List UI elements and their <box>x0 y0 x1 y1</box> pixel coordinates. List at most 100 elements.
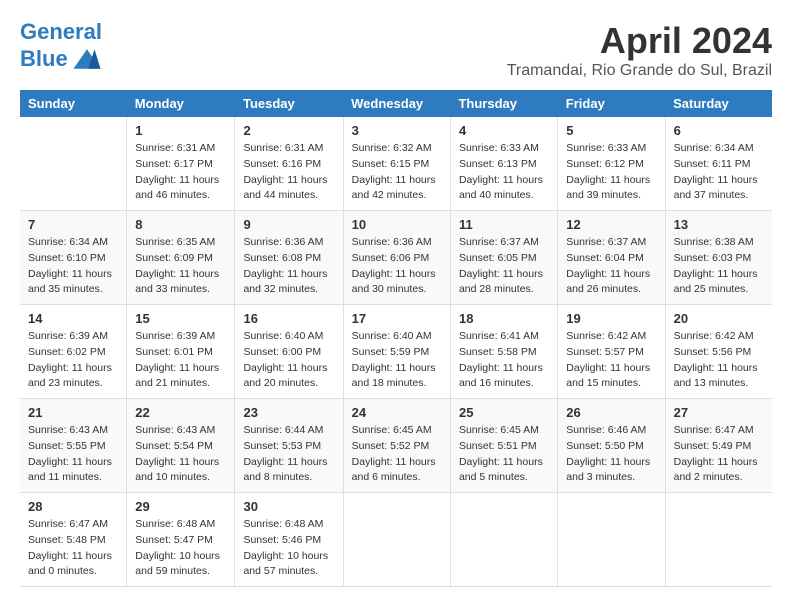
weekday-tuesday: Tuesday <box>235 90 343 117</box>
calendar-cell: 28Sunrise: 6:47 AM Sunset: 5:48 PM Dayli… <box>20 493 127 587</box>
calendar-cell: 8 Sunrise: 6:35 AM Sunset: 6:09 PM Daylig… <box>127 211 235 305</box>
day-info: Sunrise: 6:37 AM Sunset: 6:05 PM Dayligh… <box>459 235 549 298</box>
day-number: 19 <box>566 311 656 326</box>
day-number: 13 <box>674 217 764 232</box>
day-number: 2 <box>243 123 334 138</box>
day-number: 24 <box>352 405 442 420</box>
day-info: Sunrise: 6:42 AM Sunset: 5:57 PM Dayligh… <box>566 329 656 392</box>
week-row-5: 28Sunrise: 6:47 AM Sunset: 5:48 PM Dayli… <box>20 493 772 587</box>
day-info: Sunrise: 6:35 AM Sunset: 6:09 PM Dayligh… <box>135 235 226 298</box>
day-number: 29 <box>135 499 226 514</box>
calendar-cell: 11 Sunrise: 6:37 AM Sunset: 6:05 PM Dayli… <box>450 211 557 305</box>
calendar-cell: 5 Sunrise: 6:33 AM Sunset: 6:12 PM Daylig… <box>558 117 665 211</box>
day-info: Sunrise: 6:39 AM Sunset: 6:01 PM Dayligh… <box>135 329 226 392</box>
weekday-wednesday: Wednesday <box>343 90 450 117</box>
weekday-header-row: SundayMondayTuesdayWednesdayThursdayFrid… <box>20 90 772 117</box>
calendar-cell: 24 Sunrise: 6:45 AM Sunset: 5:52 PM Dayli… <box>343 399 450 493</box>
calendar-cell: 26 Sunrise: 6:46 AM Sunset: 5:50 PM Dayli… <box>558 399 665 493</box>
calendar-cell: 4Sunrise: 6:33 AM Sunset: 6:13 PM Daylig… <box>450 117 557 211</box>
day-number: 10 <box>352 217 442 232</box>
calendar-cell <box>450 493 557 587</box>
weekday-monday: Monday <box>127 90 235 117</box>
day-number: 9 <box>243 217 334 232</box>
calendar-cell: 17Sunrise: 6:40 AM Sunset: 5:59 PM Dayli… <box>343 305 450 399</box>
day-info: Sunrise: 6:32 AM Sunset: 6:15 PM Dayligh… <box>352 141 442 204</box>
day-info: Sunrise: 6:37 AM Sunset: 6:04 PM Dayligh… <box>566 235 656 298</box>
day-info: Sunrise: 6:45 AM Sunset: 5:52 PM Dayligh… <box>352 423 442 486</box>
week-row-1: 1 Sunrise: 6:31 AM Sunset: 6:17 PM Daylig… <box>20 117 772 211</box>
day-number: 4 <box>459 123 549 138</box>
calendar-cell: 6Sunrise: 6:34 AM Sunset: 6:11 PM Daylig… <box>665 117 772 211</box>
calendar-cell: 10 Sunrise: 6:36 AM Sunset: 6:06 PM Dayli… <box>343 211 450 305</box>
day-info: Sunrise: 6:34 AM Sunset: 6:11 PM Dayligh… <box>674 141 764 204</box>
day-info: Sunrise: 6:43 AM Sunset: 5:55 PM Dayligh… <box>28 423 118 486</box>
logo-text: General <box>20 20 102 44</box>
day-number: 5 <box>566 123 656 138</box>
day-number: 8 <box>135 217 226 232</box>
day-number: 26 <box>566 405 656 420</box>
calendar-cell: 3 Sunrise: 6:32 AM Sunset: 6:15 PM Daylig… <box>343 117 450 211</box>
day-info: Sunrise: 6:31 AM Sunset: 6:17 PM Dayligh… <box>135 141 226 204</box>
week-row-4: 21 Sunrise: 6:43 AM Sunset: 5:55 PM Dayli… <box>20 399 772 493</box>
calendar-cell <box>20 117 127 211</box>
calendar-cell <box>343 493 450 587</box>
calendar-cell: 13 Sunrise: 6:38 AM Sunset: 6:03 PM Dayli… <box>665 211 772 305</box>
weekday-sunday: Sunday <box>20 90 127 117</box>
day-info: Sunrise: 6:44 AM Sunset: 5:53 PM Dayligh… <box>243 423 334 486</box>
day-info: Sunrise: 6:45 AM Sunset: 5:51 PM Dayligh… <box>459 423 549 486</box>
week-row-2: 7Sunrise: 6:34 AM Sunset: 6:10 PM Daylig… <box>20 211 772 305</box>
day-info: Sunrise: 6:36 AM Sunset: 6:06 PM Dayligh… <box>352 235 442 298</box>
day-number: 14 <box>28 311 118 326</box>
day-info: Sunrise: 6:47 AM Sunset: 5:48 PM Dayligh… <box>28 517 118 580</box>
calendar-cell: 9 Sunrise: 6:36 AM Sunset: 6:08 PM Daylig… <box>235 211 343 305</box>
day-info: Sunrise: 6:38 AM Sunset: 6:03 PM Dayligh… <box>674 235 764 298</box>
weekday-saturday: Saturday <box>665 90 772 117</box>
day-info: Sunrise: 6:34 AM Sunset: 6:10 PM Dayligh… <box>28 235 118 298</box>
calendar-cell: 2 Sunrise: 6:31 AM Sunset: 6:16 PM Daylig… <box>235 117 343 211</box>
day-number: 18 <box>459 311 549 326</box>
calendar-cell <box>558 493 665 587</box>
day-info: Sunrise: 6:33 AM Sunset: 6:12 PM Dayligh… <box>566 141 656 204</box>
calendar-cell: 30Sunrise: 6:48 AM Sunset: 5:46 PM Dayli… <box>235 493 343 587</box>
day-number: 17 <box>352 311 442 326</box>
day-number: 1 <box>135 123 226 138</box>
calendar-cell: 12 Sunrise: 6:37 AM Sunset: 6:04 PM Dayli… <box>558 211 665 305</box>
day-info: Sunrise: 6:36 AM Sunset: 6:08 PM Dayligh… <box>243 235 334 298</box>
day-number: 16 <box>243 311 334 326</box>
calendar-cell: 27Sunrise: 6:47 AM Sunset: 5:49 PM Dayli… <box>665 399 772 493</box>
calendar-cell: 7Sunrise: 6:34 AM Sunset: 6:10 PM Daylig… <box>20 211 127 305</box>
day-info: Sunrise: 6:46 AM Sunset: 5:50 PM Dayligh… <box>566 423 656 486</box>
day-info: Sunrise: 6:41 AM Sunset: 5:58 PM Dayligh… <box>459 329 549 392</box>
day-number: 23 <box>243 405 334 420</box>
day-number: 20 <box>674 311 764 326</box>
week-row-3: 14 Sunrise: 6:39 AM Sunset: 6:02 PM Dayli… <box>20 305 772 399</box>
calendar-cell: 23 Sunrise: 6:44 AM Sunset: 5:53 PM Dayli… <box>235 399 343 493</box>
logo: General Blue <box>20 20 102 74</box>
day-number: 27 <box>674 405 764 420</box>
day-number: 21 <box>28 405 118 420</box>
day-number: 3 <box>352 123 442 138</box>
day-info: Sunrise: 6:42 AM Sunset: 5:56 PM Dayligh… <box>674 329 764 392</box>
calendar-table: SundayMondayTuesdayWednesdayThursdayFrid… <box>20 90 772 587</box>
weekday-thursday: Thursday <box>450 90 557 117</box>
title-area: April 2024 Tramandai, Rio Grande do Sul,… <box>507 20 772 80</box>
calendar-cell: 15 Sunrise: 6:39 AM Sunset: 6:01 PM Dayli… <box>127 305 235 399</box>
calendar-cell: 25Sunrise: 6:45 AM Sunset: 5:51 PM Dayli… <box>450 399 557 493</box>
calendar-cell <box>665 493 772 587</box>
day-info: Sunrise: 6:39 AM Sunset: 6:02 PM Dayligh… <box>28 329 118 392</box>
day-info: Sunrise: 6:31 AM Sunset: 6:16 PM Dayligh… <box>243 141 334 204</box>
calendar-body: 1 Sunrise: 6:31 AM Sunset: 6:17 PM Daylig… <box>20 117 772 587</box>
logo-text2: Blue <box>20 47 68 71</box>
day-number: 11 <box>459 217 549 232</box>
day-number: 12 <box>566 217 656 232</box>
day-number: 30 <box>243 499 334 514</box>
day-number: 22 <box>135 405 226 420</box>
location-title: Tramandai, Rio Grande do Sul, Brazil <box>507 62 772 80</box>
calendar-cell: 18 Sunrise: 6:41 AM Sunset: 5:58 PM Dayli… <box>450 305 557 399</box>
day-number: 15 <box>135 311 226 326</box>
day-info: Sunrise: 6:40 AM Sunset: 6:00 PM Dayligh… <box>243 329 334 392</box>
day-info: Sunrise: 6:48 AM Sunset: 5:47 PM Dayligh… <box>135 517 226 580</box>
logo-icon <box>72 44 102 74</box>
calendar-cell: 19 Sunrise: 6:42 AM Sunset: 5:57 PM Dayli… <box>558 305 665 399</box>
calendar-cell: 22Sunrise: 6:43 AM Sunset: 5:54 PM Dayli… <box>127 399 235 493</box>
